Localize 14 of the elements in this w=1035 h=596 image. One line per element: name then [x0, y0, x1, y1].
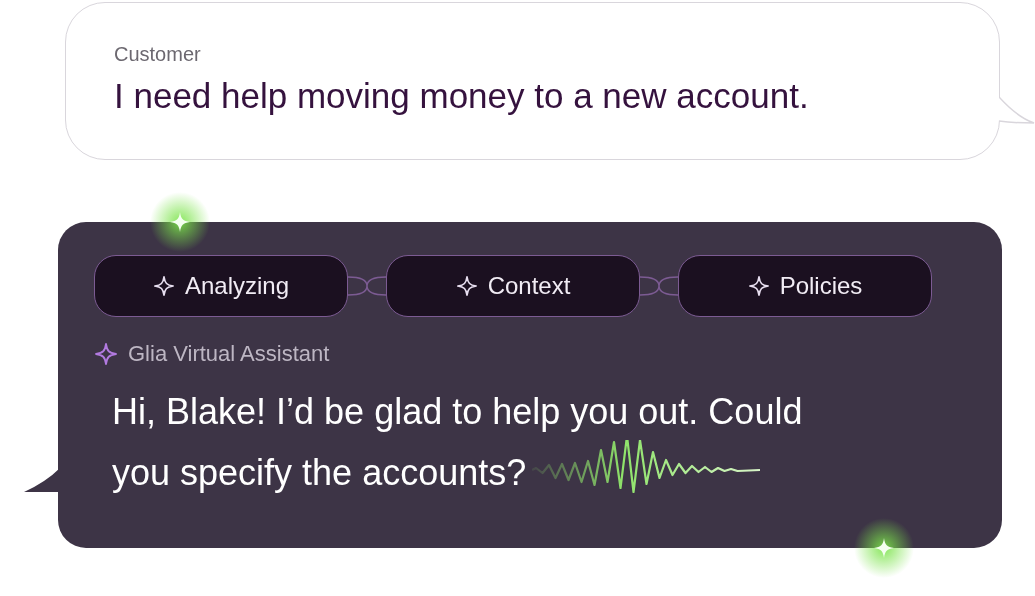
message-text: Hi, Blake! I’d be glad to help you out. Could: [112, 390, 803, 434]
message-text: I need help moving money to a new account.: [114, 76, 810, 116]
sparkle-icon: [152, 275, 175, 297]
sparkle-icon: [854, 518, 914, 578]
chip-label: Analyzing: [184, 272, 290, 300]
message-text: you specify the accounts?: [112, 450, 527, 495]
sender-label: Customer: [114, 43, 202, 66]
sparkle-icon: [747, 275, 770, 297]
sparkle-icon: [150, 192, 210, 252]
sparkle-icon: [94, 342, 118, 366]
assistant-name: Glia Virtual Assistant: [128, 341, 330, 367]
chip-label: Context: [487, 272, 571, 300]
sparkle-icon: [455, 275, 478, 297]
chip-label: Policies: [779, 272, 863, 300]
